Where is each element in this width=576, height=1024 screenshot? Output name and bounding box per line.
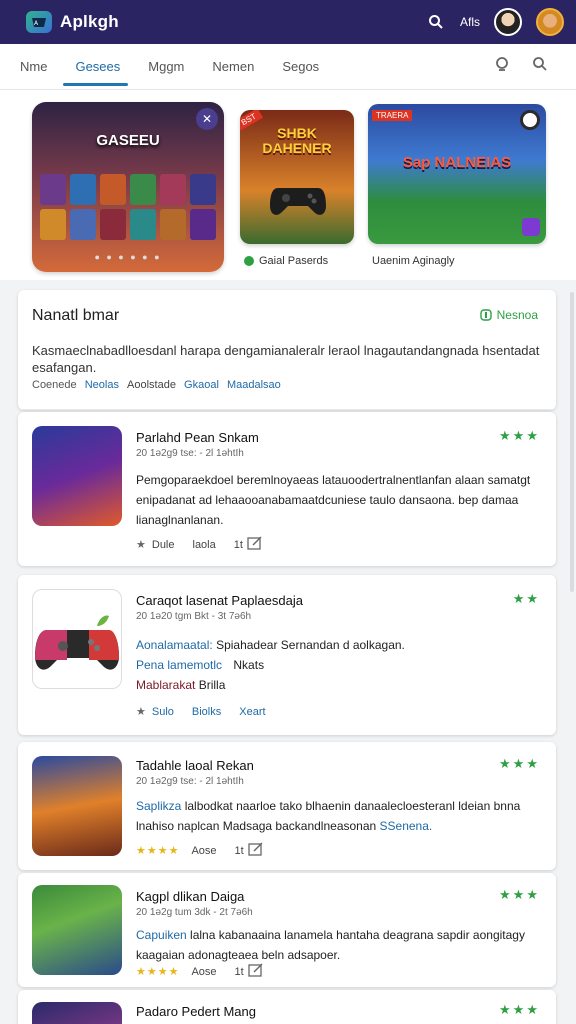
header-label[interactable]: Afls bbox=[460, 15, 480, 29]
app-thumbnail[interactable] bbox=[32, 1002, 122, 1024]
action-label[interactable]: 1t bbox=[235, 966, 244, 978]
scrollbar[interactable] bbox=[570, 292, 574, 592]
avatar[interactable] bbox=[494, 8, 522, 36]
app-description: Saplikza lalbodkat naarloe tako blhaenin… bbox=[136, 799, 521, 833]
list-item[interactable]: Padaro Pedert Mang ★★★ bbox=[18, 990, 556, 1024]
section-title: Nanatl bmar bbox=[32, 307, 120, 324]
app-actions: ★ Sulo Biolks Xeart bbox=[136, 705, 266, 719]
star-icon[interactable]: ★ bbox=[136, 538, 146, 551]
section-link[interactable]: Nesnoa bbox=[479, 308, 538, 322]
app-meta: 20 1ǝ2g tum 3dk - 2t 7ǝ6h bbox=[136, 907, 253, 918]
divider bbox=[18, 409, 556, 410]
app-description: Aonalamaatal: Spiahadear Sernandan d aol… bbox=[136, 638, 405, 692]
action-label[interactable]: Aose bbox=[191, 966, 216, 978]
app-name[interactable]: Caraqot lasenat Paplaesdaja bbox=[136, 593, 303, 608]
app-meta: 20 1ǝ2g9 tse: - 2l 1ǝhtIh bbox=[136, 776, 244, 787]
rating-stars: ★★ bbox=[512, 591, 540, 606]
user-rating: ★★★★ bbox=[136, 845, 180, 857]
game-card-title: Sap NALNEIAS bbox=[402, 154, 512, 171]
app-title: Aplkgh bbox=[60, 12, 119, 31]
app-name[interactable]: Padaro Pedert Mang bbox=[136, 1004, 256, 1019]
app-thumbnail[interactable] bbox=[32, 756, 122, 856]
app-name[interactable]: Kagpl dlikan Daiga bbox=[136, 889, 244, 904]
featured-carousel: GASEEU ✕ ● ● ● ● ● ● BST SHBK DAHENER Ga… bbox=[0, 90, 576, 280]
carousel-dots: ● ● ● ● ● ● bbox=[94, 252, 162, 262]
status-dot-icon bbox=[244, 256, 254, 266]
app-meta: 20 1ǝ20 tgm Bkt - 3t 7ǝ6h bbox=[136, 611, 252, 622]
rating-stars: ★★★ bbox=[499, 428, 540, 443]
action-label[interactable]: Biolks bbox=[192, 706, 221, 718]
app-description: Pemgoparaekdoel beremlnoyaeas latauooder… bbox=[136, 473, 531, 527]
tag-link[interactable]: Gkaoal bbox=[184, 379, 219, 391]
rating-stars: ★★★ bbox=[499, 887, 540, 902]
featured-game-title: GASEEU bbox=[96, 132, 160, 149]
tag-link[interactable]: Maadalsao bbox=[227, 379, 281, 391]
tab-gesees[interactable]: Gesees bbox=[63, 45, 129, 88]
edit-icon[interactable] bbox=[248, 963, 264, 980]
logo-icon: A bbox=[32, 18, 46, 27]
edit-icon[interactable] bbox=[248, 842, 264, 859]
app-thumbnail[interactable] bbox=[32, 426, 122, 526]
action-label[interactable]: Dule bbox=[152, 539, 175, 551]
app-name[interactable]: Parlahd Pean Snkam bbox=[136, 430, 259, 445]
app-actions: ★★★★ Aose 1t bbox=[136, 963, 264, 980]
game-card-shbk[interactable]: BST SHBK DAHENER bbox=[240, 110, 354, 244]
game-thumbnail-grid bbox=[40, 174, 216, 240]
list-item[interactable]: Parlahd Pean Snkam ★★★ 20 1ǝ2g9 tse: - 2… bbox=[18, 412, 556, 566]
app-description: Capuiken lalna kabanaaina lanamela hanta… bbox=[136, 928, 525, 962]
rating-stars: ★★★ bbox=[499, 1002, 540, 1017]
location-search-icon[interactable] bbox=[494, 56, 510, 77]
star-icon[interactable]: ★ bbox=[136, 705, 146, 718]
featured-section: Nanatl bmar Nesnoa Kasmaeclnabadlloesdan… bbox=[18, 290, 556, 410]
tab-mggm[interactable]: Mggm bbox=[146, 45, 186, 88]
list-item[interactable]: Kagpl dlikan Daiga ★★★ 20 1ǝ2g tum 3dk -… bbox=[18, 873, 556, 987]
tab-nme[interactable]: Nme bbox=[18, 45, 49, 88]
close-icon[interactable]: ✕ bbox=[196, 108, 218, 130]
gamepad-icon bbox=[270, 188, 326, 215]
action-label[interactable]: 1t bbox=[235, 845, 244, 857]
tab-segos[interactable]: Segos bbox=[280, 45, 321, 88]
app-logo[interactable]: A bbox=[26, 11, 52, 33]
featured-game-card[interactable]: GASEEU ✕ ● ● ● ● ● ● bbox=[32, 102, 224, 272]
rating-stars: ★★★ bbox=[499, 756, 540, 771]
ball-icon bbox=[520, 110, 540, 130]
search-icon[interactable] bbox=[532, 56, 548, 77]
app-thumbnail[interactable] bbox=[32, 589, 122, 689]
game-tag: TRAERA bbox=[372, 110, 413, 121]
action-label[interactable]: Sulo bbox=[152, 706, 174, 718]
action-label[interactable]: laola bbox=[193, 539, 216, 551]
action-label[interactable]: Xeart bbox=[239, 706, 265, 718]
game-card-title: SHBK DAHENER bbox=[262, 125, 332, 156]
tab-nemen[interactable]: Nemen bbox=[210, 45, 256, 88]
tag-link[interactable]: Aoolstade bbox=[127, 379, 176, 391]
app-thumbnail[interactable] bbox=[32, 885, 122, 975]
app-actions: ★ Dule laola 1t bbox=[136, 536, 263, 553]
app-bar: A Aplkgh Afls bbox=[0, 0, 576, 44]
info-icon bbox=[479, 309, 492, 321]
action-label[interactable]: 1t bbox=[234, 539, 243, 551]
list-item[interactable]: Caraqot lasenat Paplaesdaja ★★ 20 1ǝ20 t… bbox=[18, 575, 556, 735]
user-avatar[interactable] bbox=[536, 8, 564, 36]
app-name[interactable]: Tadahle laoal Rekan bbox=[136, 758, 254, 773]
category-tabs: Nme Gesees Mggm Nemen Segos bbox=[0, 44, 576, 90]
tag-list: Coenede Neolas Aoolstade Gkaoal Maadalsa… bbox=[32, 379, 281, 391]
edit-icon[interactable] bbox=[247, 536, 263, 553]
gamepad-icon bbox=[35, 615, 119, 670]
action-label[interactable]: Aose bbox=[191, 845, 216, 857]
search-icon[interactable] bbox=[426, 12, 446, 32]
app-meta: 20 1ǝ2g9 tse: - 2l 1ǝhtIh bbox=[136, 448, 244, 459]
list-item[interactable]: Tadahle laoal Rekan ★★★ 20 1ǝ2g9 tse: - … bbox=[18, 742, 556, 870]
user-rating: ★★★★ bbox=[136, 966, 180, 978]
app-actions: ★★★★ Aose 1t bbox=[136, 842, 264, 859]
badge-icon bbox=[522, 218, 540, 236]
game-caption: Uaenim Aginagly bbox=[372, 255, 455, 267]
game-card-sap[interactable]: TRAERA Sap NALNEIAS bbox=[368, 104, 546, 244]
section-description: Kasmaeclnabadlloesdanl harapa dengamiana… bbox=[32, 343, 540, 375]
tag-link[interactable]: Neolas bbox=[85, 379, 119, 391]
game-caption: Gaial Paserds bbox=[244, 255, 328, 267]
